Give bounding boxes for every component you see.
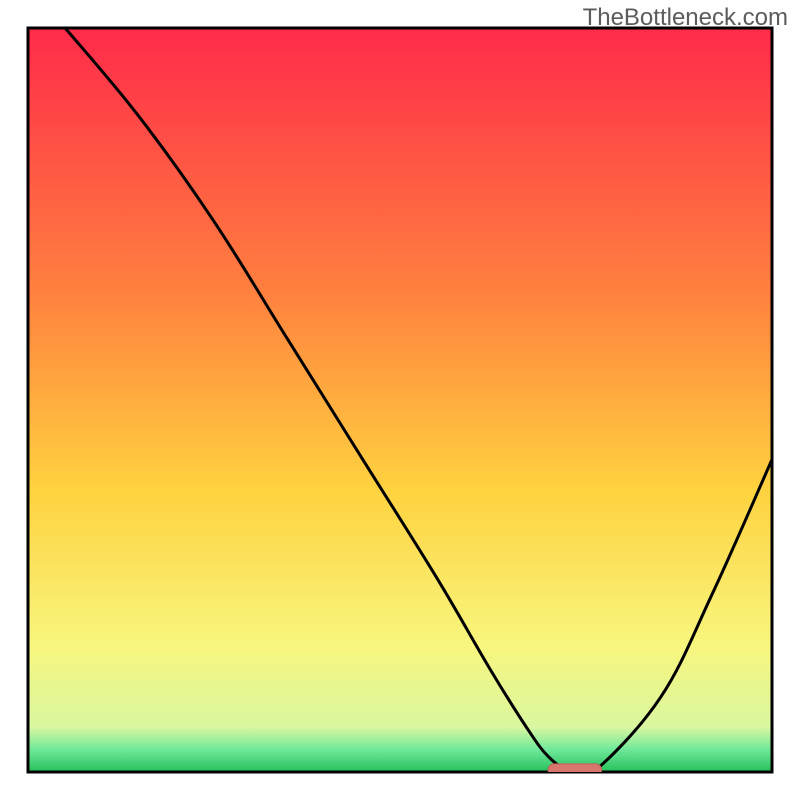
optimal-marker	[548, 764, 602, 776]
bottleneck-chart: TheBottleneck.com	[0, 0, 800, 800]
watermark-text: TheBottleneck.com	[583, 4, 788, 32]
plot-background	[28, 28, 772, 772]
chart-svg	[0, 0, 800, 800]
